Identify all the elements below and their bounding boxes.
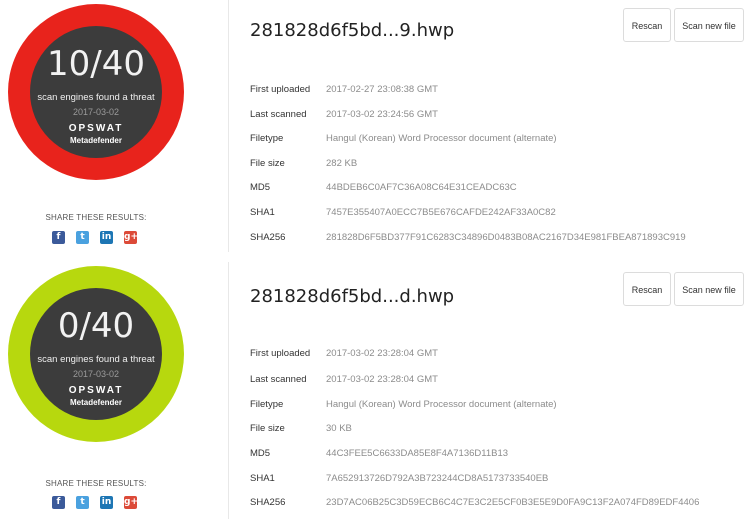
detail-value: 2017-03-02 23:28:04 GMT [326,374,438,385]
facebook-icon[interactable]: f [52,496,65,509]
score-caption: scan engines found a threat [37,92,155,103]
detail-label: Filetype [250,399,284,410]
detail-label: First uploaded [250,348,311,359]
detail-label: Last scanned [250,374,307,385]
detail-value: 7457E355407A0ECC7B5E676CAFDE242AF33A0C82 [326,207,556,218]
threat-score-ring: 10/40 scan engines found a threat 2017-0… [8,4,184,180]
detail-value: 2017-02-27 23:08:38 GMT [326,84,438,95]
google-plus-icon[interactable]: g+ [124,496,138,509]
detail-value: 281828D6F5BD377F91C6283C34896D0483B08AC2… [326,232,686,243]
detail-label: SHA256 [250,232,286,243]
detail-value: 30 KB [326,423,352,434]
score-caption: scan engines found a threat [37,354,155,365]
opswat-logo: OPSWAT [68,385,124,396]
threat-score-ring: 0/40 scan engines found a threat 2017-03… [8,266,184,442]
detail-value: 23D7AC06B25C3D59ECB6C4C7E3C2E5CF0B3E5E9D… [326,497,700,508]
score-column: 10/40 scan engines found a threat 2017-0… [0,0,228,252]
linkedin-icon[interactable]: in [100,231,113,244]
linkedin-icon[interactable]: in [100,496,113,509]
twitter-icon[interactable]: t [76,231,89,244]
scan-new-file-button[interactable]: Scan new file [674,8,744,42]
column-divider [228,262,229,519]
opswat-logo: OPSWAT [68,123,124,134]
threat-score: 10/40 [47,44,145,84]
detail-label: SHA256 [250,497,286,508]
detail-label: MD5 [250,182,271,193]
rescan-button[interactable]: Rescan [623,8,671,42]
detail-label: First uploaded [250,84,311,95]
detail-label: File size [250,158,285,169]
facebook-icon[interactable]: f [52,231,65,244]
detail-value: 2017-03-02 23:28:04 GMT [326,348,438,359]
metadefender-logo: Metadefender [69,136,122,145]
detail-label: Filetype [250,133,284,144]
metadefender-logo: Metadefender [69,398,122,407]
detail-value: 2017-03-02 23:24:56 GMT [326,109,438,120]
twitter-icon[interactable]: t [76,496,89,509]
detail-value: 7A652913726D792A3B723244CD8A5173733540EB [326,473,549,484]
share-label: SHARE THESE RESULTS: [45,213,147,222]
scan-date: 2017-03-02 [72,369,120,379]
detail-label: SHA1 [250,473,275,484]
share-icons: f t in g+ [52,496,138,509]
rescan-button[interactable]: Rescan [623,272,671,306]
card-separator [0,252,754,262]
detail-value: 44BDEB6C0AF7C36A08C64E31CEADC63C [326,182,517,193]
google-plus-icon[interactable]: g+ [124,231,138,244]
column-divider [228,0,229,252]
share-label: SHARE THESE RESULTS: [45,479,147,488]
detail-value: Hangul (Korean) Word Processor document … [326,399,557,410]
detail-value: 282 KB [326,158,358,169]
detail-value: 44C3FEE5C6633DA85E8F4A7136D11B13 [326,448,509,459]
threat-score: 0/40 [57,306,135,346]
scan-new-file-button[interactable]: Scan new file [674,272,744,306]
score-column: 0/40 scan engines found a threat 2017-03… [0,262,228,519]
scan-date: 2017-03-02 [72,107,120,117]
detail-label: File size [250,423,285,434]
score-badge: 10/40 scan engines found a threat 2017-0… [30,26,162,158]
detail-value: Hangul (Korean) Word Processor document … [326,133,557,144]
scan-result-card-1: 10/40 scan engines found a threat 2017-0… [0,0,754,252]
detail-label: Last scanned [250,109,307,120]
share-icons: f t in g+ [52,231,138,244]
scan-results-page: 10/40 scan engines found a threat 2017-0… [0,0,754,519]
file-name: 281828d6f5bd...d.hwp [250,286,455,307]
file-name: 281828d6f5bd...9.hwp [250,20,455,41]
score-badge: 0/40 scan engines found a threat 2017-03… [30,288,162,420]
detail-label: MD5 [250,448,271,459]
detail-label: SHA1 [250,207,275,218]
scan-result-card-2: 0/40 scan engines found a threat 2017-03… [0,262,754,519]
